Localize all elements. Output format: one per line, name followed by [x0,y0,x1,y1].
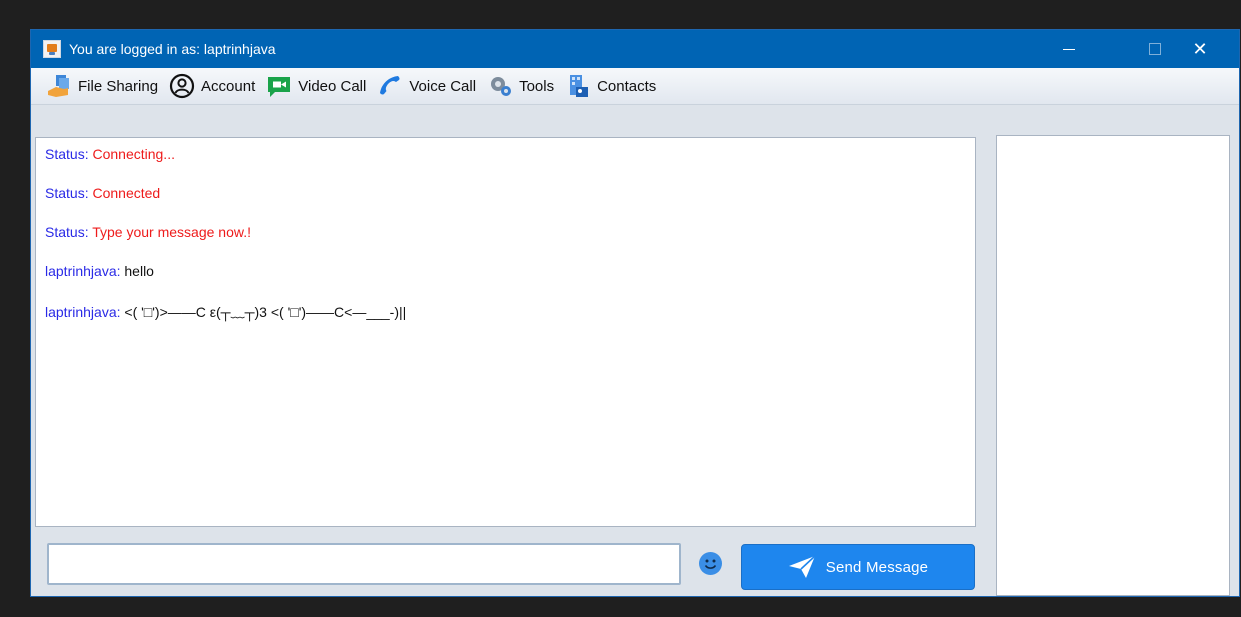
online-users-panel[interactable] [996,135,1230,596]
line-label: laptrinhjava: [45,304,121,320]
menu-contacts[interactable]: Contacts [565,71,656,101]
title-bar[interactable]: You are logged in as: laptrinhjava ✕ [31,30,1239,68]
send-message-button[interactable]: Send Message [741,544,975,590]
chat-line: laptrinhjava: hello [45,263,966,283]
maximize-icon [1149,43,1161,55]
menu-tools[interactable]: Tools [487,71,554,101]
minimize-icon [1063,48,1075,50]
menu-label: Contacts [597,77,657,95]
status-text: Connecting... [92,146,175,162]
java-app-icon [43,40,61,58]
send-icon [788,555,816,578]
minimize-button[interactable] [1046,30,1092,68]
menu-label: Video Call [298,77,367,95]
chat-line: Status: Connecting... [45,146,966,166]
menu-account[interactable]: Account [169,71,255,101]
line-label: laptrinhjava: [45,263,121,279]
maximize-button[interactable] [1132,30,1178,68]
message-text: hello [124,263,154,279]
line-label: Status: [45,185,89,201]
app-window: You are logged in as: laptrinhjava ✕ Fil… [30,29,1240,597]
menu-file-sharing[interactable]: File Sharing [46,71,158,101]
message-text: <( '□')>——C ε(┬﹏┬)3 <( '□')——C<—___-)|| [120,304,407,320]
account-icon [169,73,195,99]
line-label: Status: [45,224,89,240]
contacts-icon [570,75,589,97]
chat-line: Status: Type your message now.! [45,224,966,244]
line-label: Status: [45,146,89,162]
video-call-icon [268,77,291,97]
emoji-button[interactable] [699,552,722,575]
menu-label: Account [201,77,256,95]
tools-icon [491,77,512,96]
window-title: You are logged in as: laptrinhjava [69,41,276,57]
file-sharing-icon [48,75,69,97]
chat-display[interactable]: Status: Connecting... Status: Connected … [35,137,976,527]
menu-label: File Sharing [78,77,159,95]
menu-video-call[interactable]: Video Call [266,71,366,101]
chat-line: Status: Connected [45,185,966,205]
status-text: Type your message now.! [92,224,251,240]
menu-label: Voice Call [409,77,477,95]
phone-icon [380,76,400,95]
close-button[interactable]: ✕ [1177,30,1223,68]
menu-bar: File Sharing Account Video Call Voice Ca… [31,68,1239,105]
message-input[interactable] [47,543,681,585]
send-button-label: Send Message [825,558,929,576]
menu-label: Tools [519,77,555,95]
menu-voice-call[interactable]: Voice Call [377,71,476,101]
chat-line: laptrinhjava: <( '□')>——C ε(┬﹏┬)3 <( '□'… [45,302,966,322]
status-text: Connected [92,185,161,201]
smiley-icon [704,559,717,569]
